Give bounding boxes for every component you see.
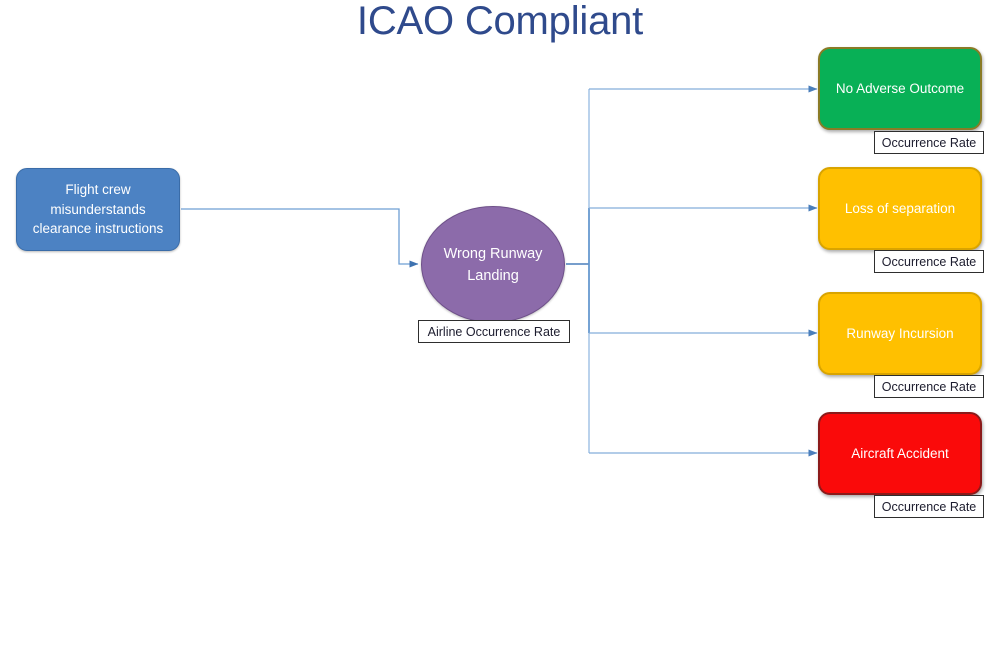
outcome-node-no-adverse-outcome[interactable]: No Adverse Outcome	[818, 47, 982, 130]
outcome-rate-label-loss-of-separation[interactable]: Occurrence Rate	[874, 250, 984, 273]
outcome-rate-label-text: Occurrence Rate	[881, 379, 977, 394]
outcome-rate-label-runway-incursion[interactable]: Occurrence Rate	[874, 375, 984, 398]
outcome-rate-label-text: Occurrence Rate	[881, 254, 977, 269]
outcome-node-label: Aircraft Accident	[851, 445, 949, 461]
outcome-node-label: No Adverse Outcome	[835, 80, 965, 96]
connector-cause-to-event	[181, 208, 419, 268]
page-title: ICAO Compliant	[356, 0, 644, 43]
cause-node-label: Flight crew misunderstands clearance ins…	[32, 182, 164, 237]
outcome-node-runway-incursion[interactable]: Runway Incursion	[818, 292, 982, 375]
outcome-node-label: Loss of separation	[844, 200, 956, 216]
outcome-rate-label-no-adverse-outcome[interactable]: Occurrence Rate	[874, 131, 984, 154]
diagram-canvas: ICAO Compliant Flight crew misunderstand…	[0, 0, 1000, 670]
outcome-node-aircraft-accident[interactable]: Aircraft Accident	[818, 412, 982, 495]
outcome-rate-label-text: Occurrence Rate	[881, 499, 977, 514]
outcome-node-label: Runway Incursion	[846, 325, 954, 341]
outcome-rate-label-aircraft-accident[interactable]: Occurrence Rate	[874, 495, 984, 518]
outcome-rate-label-text: Occurrence Rate	[881, 135, 977, 150]
event-rate-label-text: Airline Occurrence Rate	[427, 324, 561, 339]
event-node[interactable]: Wrong Runway Landing	[421, 206, 565, 323]
event-node-label: Wrong Runway Landing	[443, 245, 543, 284]
cause-node[interactable]: Flight crew misunderstands clearance ins…	[16, 168, 180, 251]
outcome-node-loss-of-separation[interactable]: Loss of separation	[818, 167, 982, 250]
event-rate-label[interactable]: Airline Occurrence Rate	[418, 320, 570, 343]
